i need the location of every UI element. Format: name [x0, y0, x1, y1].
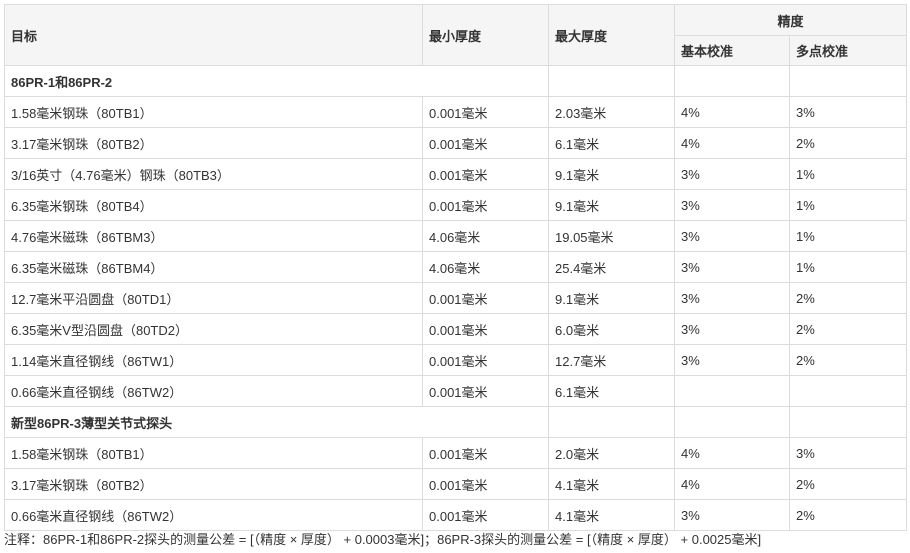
tolerance-note: 注释：86PR-1和86PR-2探头的测量公差 = [（精度 × 厚度） + 0…	[4, 532, 762, 547]
cell-max-thickness: 6.0毫米	[548, 313, 675, 345]
cell-basic-calibration: 4%	[674, 468, 790, 500]
cell-target: 0.66毫米直径钢线（86TW2）	[4, 375, 423, 407]
cell-multipoint-calibration: 2%	[788, 499, 908, 531]
cell-target: 1.58毫米钢珠（80TB1）	[4, 437, 423, 469]
cell-basic-calibration: 3%	[674, 189, 790, 221]
cell-basic-calibration: 4%	[674, 437, 790, 469]
cell-multipoint-calibration: 2%	[788, 282, 908, 314]
cell-multipoint-calibration	[788, 375, 908, 407]
cell-max-thickness: 4.1毫米	[548, 499, 675, 531]
cell-target: 6.35毫米磁珠（86TBM4）	[4, 251, 423, 283]
cell-multipoint-calibration: 2%	[788, 127, 908, 159]
table-row: 12.7毫米平沿圆盘（80TD1） 0.001毫米 9.1毫米 3% 2%	[4, 282, 908, 314]
table-row: 1.58毫米钢珠（80TB1） 0.001毫米 2.03毫米 4% 3%	[4, 96, 908, 128]
table-header: 目标 最小厚度 最大厚度 精度 基本校准 多点校准	[4, 4, 908, 66]
table-row: 1.14毫米直径钢线（86TW1） 0.001毫米 12.7毫米 3% 2%	[4, 344, 908, 376]
cell-max-thickness: 9.1毫米	[548, 189, 675, 221]
cell-multipoint-calibration: 1%	[788, 189, 908, 221]
cell-max-thickness: 12.7毫米	[548, 344, 675, 376]
group-title: 新型86PR-3薄型关节式探头	[4, 406, 549, 438]
table-row: 0.66毫米直径钢线（86TW2） 0.001毫米 6.1毫米	[4, 375, 908, 407]
cell-target: 3.17毫米钢珠（80TB2）	[4, 127, 423, 159]
group-header-row: 86PR-1和86PR-2	[4, 65, 908, 97]
cell-min-thickness: 0.001毫米	[422, 313, 549, 345]
cell-max-thickness: 4.1毫米	[548, 468, 675, 500]
cell-max-thickness: 25.4毫米	[548, 251, 675, 283]
cell-basic-calibration: 3%	[674, 344, 790, 376]
cell-max-thickness: 6.1毫米	[548, 375, 675, 407]
cell-multipoint-calibration: 1%	[788, 251, 908, 283]
group-header-row: 新型86PR-3薄型关节式探头	[4, 406, 908, 438]
cell-basic-calibration: 4%	[674, 96, 790, 128]
cell-min-thickness: 0.001毫米	[422, 375, 549, 407]
cell-target: 3.17毫米钢珠（80TB2）	[4, 468, 423, 500]
cell-basic-calibration: 3%	[674, 220, 790, 252]
cell-max-thickness: 19.05毫米	[548, 220, 675, 252]
cell-multipoint-calibration: 1%	[788, 220, 908, 252]
cell-max-thickness: 6.1毫米	[548, 127, 675, 159]
group-empty-cell-basic	[674, 65, 790, 97]
cell-multipoint-calibration: 3%	[788, 437, 908, 469]
cell-max-thickness: 9.1毫米	[548, 282, 675, 314]
cell-basic-calibration: 3%	[674, 158, 790, 190]
cell-target: 12.7毫米平沿圆盘（80TD1）	[4, 282, 423, 314]
cell-basic-calibration: 3%	[674, 313, 790, 345]
header-row-primary: 目标 最小厚度 最大厚度 精度	[4, 4, 908, 66]
group-empty-cell-multi	[788, 65, 908, 97]
header-accuracy: 精度	[673, 4, 908, 36]
cell-min-thickness: 0.001毫米	[422, 189, 549, 221]
cell-max-thickness: 2.0毫米	[548, 437, 675, 469]
cell-multipoint-calibration: 3%	[788, 96, 908, 128]
table-row: 3.17毫米钢珠（80TB2） 0.001毫米 4.1毫米 4% 2%	[4, 468, 908, 500]
group-empty-cell-max	[548, 65, 675, 97]
cell-max-thickness: 9.1毫米	[548, 158, 675, 190]
cell-target: 3/16英寸（4.76毫米）钢珠（80TB3）	[4, 158, 423, 190]
cell-target: 0.66毫米直径钢线（86TW2）	[4, 499, 423, 531]
cell-min-thickness: 0.001毫米	[422, 344, 549, 376]
cell-basic-calibration	[674, 375, 790, 407]
cell-min-thickness: 4.06毫米	[422, 220, 549, 252]
group-empty-cell-multi	[788, 406, 908, 438]
table-row: 4.76毫米磁珠（86TBM3） 4.06毫米 19.05毫米 3% 1%	[4, 220, 908, 252]
cell-min-thickness: 0.001毫米	[422, 282, 549, 314]
cell-min-thickness: 4.06毫米	[422, 251, 549, 283]
header-target: 目标	[4, 4, 423, 66]
cell-multipoint-calibration: 2%	[788, 468, 908, 500]
cell-max-thickness: 2.03毫米	[548, 96, 675, 128]
cell-basic-calibration: 3%	[674, 282, 790, 314]
cell-basic-calibration: 3%	[674, 251, 790, 283]
table-row: 3.17毫米钢珠（80TB2） 0.001毫米 6.1毫米 4% 2%	[4, 127, 908, 159]
cell-min-thickness: 0.001毫米	[422, 468, 549, 500]
cell-multipoint-calibration: 2%	[788, 313, 908, 345]
table-row: 6.35毫米磁珠（86TBM4） 4.06毫米 25.4毫米 3% 1%	[4, 251, 908, 283]
cell-multipoint-calibration: 1%	[788, 158, 908, 190]
cell-basic-calibration: 3%	[674, 499, 790, 531]
table-row: 6.35毫米钢珠（80TB4） 0.001毫米 9.1毫米 3% 1%	[4, 189, 908, 221]
header-basic-calibration: 基本校准	[674, 35, 790, 66]
table-row: 1.58毫米钢珠（80TB1） 0.001毫米 2.0毫米 4% 3%	[4, 437, 908, 469]
table-body: 86PR-1和86PR-2 1.58毫米钢珠（80TB1） 0.001毫米 2.03毫…	[4, 65, 908, 531]
table-row: 3/16英寸（4.76毫米）钢珠（80TB3） 0.001毫米 9.1毫米 3% 1%	[4, 158, 908, 190]
cell-basic-calibration: 4%	[674, 127, 790, 159]
cell-min-thickness: 0.001毫米	[422, 96, 549, 128]
cell-target: 1.14毫米直径钢线（86TW1）	[4, 344, 423, 376]
cell-multipoint-calibration: 2%	[788, 344, 908, 376]
specifications-table: 目标 最小厚度 最大厚度 精度 基本校准 多点校准 86PR-1和86PR-2 1…	[4, 4, 908, 531]
cell-min-thickness: 0.001毫米	[422, 127, 549, 159]
header-min-thickness: 最小厚度	[422, 4, 549, 66]
cell-target: 4.76毫米磁珠（86TBM3）	[4, 220, 423, 252]
table-row: 6.35毫米V型沿圆盘（80TD2） 0.001毫米 6.0毫米 3% 2%	[4, 313, 908, 345]
header-multipoint-calibration: 多点校准	[788, 35, 908, 66]
group-empty-cell-max	[548, 406, 675, 438]
table-row: 0.66毫米直径钢线（86TW2） 0.001毫米 4.1毫米 3% 2%	[4, 499, 908, 531]
cell-target: 6.35毫米钢珠（80TB4）	[4, 189, 423, 221]
cell-min-thickness: 0.001毫米	[422, 158, 549, 190]
group-title: 86PR-1和86PR-2	[4, 65, 549, 97]
cell-target: 6.35毫米V型沿圆盘（80TD2）	[4, 313, 423, 345]
cell-min-thickness: 0.001毫米	[422, 499, 549, 531]
cell-min-thickness: 0.001毫米	[422, 437, 549, 469]
cell-target: 1.58毫米钢珠（80TB1）	[4, 96, 423, 128]
group-empty-cell-basic	[674, 406, 790, 438]
header-max-thickness: 最大厚度	[548, 4, 675, 66]
